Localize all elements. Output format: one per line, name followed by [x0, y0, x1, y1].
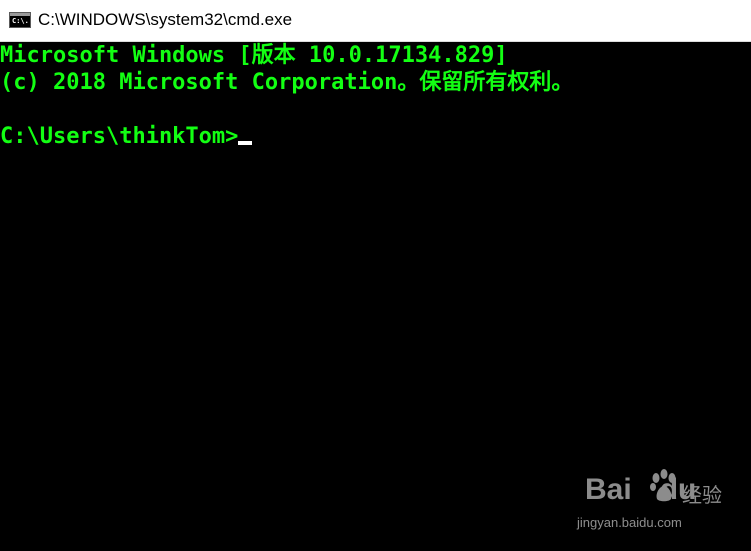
prompt-text: C:\Users\thinkTom> — [0, 124, 239, 149]
window-title: C:\WINDOWS\system32\cmd.exe — [38, 10, 293, 29]
watermark-chinese: 经验 — [682, 483, 722, 507]
console-prompt[interactable]: C:\Users\thinkTom> — [0, 124, 253, 150]
title-bar[interactable]: C:\. C:\WINDOWS\system32\cmd.exe — [0, 0, 751, 42]
cmd-console-icon: C:\. — [9, 12, 31, 28]
watermark-logo: Bai du — [585, 473, 697, 506]
console-line-copyright: (c) 2018 Microsoft Corporation。保留所有权利。 — [0, 70, 574, 95]
console-line-version: Microsoft Windows [版本 10.0.17134.829] — [0, 43, 508, 68]
baidu-jingyan-watermark: Bai du 经验 jingyan.baidu.com — [575, 467, 722, 537]
watermark-url: jingyan.baidu.com — [577, 515, 682, 530]
baidu-paw-icon — [650, 469, 676, 502]
cmd-window: C:\. C:\WINDOWS\system32\cmd.exe Microso… — [0, 0, 751, 551]
console-area[interactable]: Microsoft Windows [版本 10.0.17134.829] (c… — [0, 42, 751, 551]
text-cursor — [238, 141, 253, 145]
